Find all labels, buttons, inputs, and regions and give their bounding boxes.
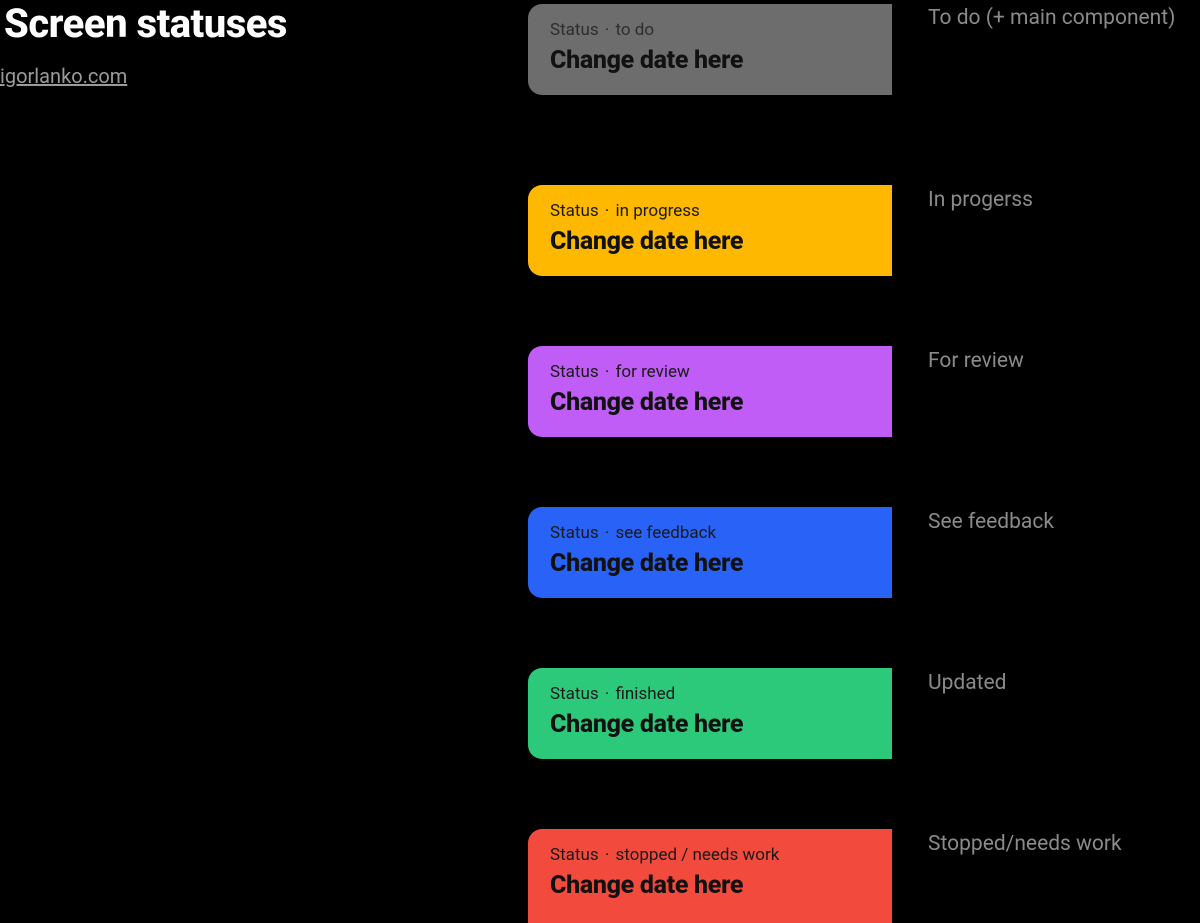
status-row-forreview: Status · for review Change date here <box>528 346 892 437</box>
status-separator: · <box>605 20 609 40</box>
status-prefix: Status <box>550 684 599 704</box>
status-row-finished: Status · finished Change date here <box>528 668 892 759</box>
status-separator: · <box>605 362 609 382</box>
status-card-todo: Status · to do Change date here <box>528 4 892 95</box>
status-change-date: Change date here <box>550 871 870 900</box>
status-change-date: Change date here <box>550 227 870 256</box>
status-name: to do <box>616 20 655 40</box>
status-prefix: Status <box>550 20 599 40</box>
status-change-date: Change date here <box>550 549 870 578</box>
status-name: see feedback <box>616 523 717 543</box>
page-title: Screen statuses <box>4 0 287 47</box>
status-change-date: Change date here <box>550 710 870 739</box>
status-prefix: Status <box>550 201 599 221</box>
status-row-todo: Status · to do Change date here <box>528 4 892 95</box>
row-label-todo: To do (+ main component) <box>928 6 1175 30</box>
status-separator: · <box>605 201 609 221</box>
status-card-forreview: Status · for review Change date here <box>528 346 892 437</box>
row-label-forreview: For review <box>928 349 1024 373</box>
status-name: stopped / needs work <box>616 845 780 865</box>
status-row-inprogress: Status · in progress Change date here <box>528 185 892 276</box>
status-card-seefeedback: Status · see feedback Change date here <box>528 507 892 598</box>
row-label-finished: Updated <box>928 671 1007 695</box>
status-prefix: Status <box>550 362 599 382</box>
status-row-seefeedback: Status · see feedback Change date here <box>528 507 892 598</box>
status-separator: · <box>605 523 609 543</box>
status-meta: Status · in progress <box>550 201 870 221</box>
row-label-seefeedback: See feedback <box>928 510 1054 534</box>
status-name: finished <box>616 684 676 704</box>
row-label-stopped: Stopped/needs work <box>928 832 1122 856</box>
status-card-finished: Status · finished Change date here <box>528 668 892 759</box>
status-card-inprogress: Status · in progress Change date here <box>528 185 892 276</box>
status-meta: Status · to do <box>550 20 870 40</box>
row-label-inprogress: In progerss <box>928 188 1033 212</box>
status-meta: Status · stopped / needs work <box>550 845 870 865</box>
author-link[interactable]: igorlanko.com <box>0 64 127 88</box>
status-separator: · <box>605 684 609 704</box>
status-card-stopped: Status · stopped / needs work Change dat… <box>528 829 892 923</box>
status-meta: Status · finished <box>550 684 870 704</box>
status-meta: Status · for review <box>550 362 870 382</box>
status-meta: Status · see feedback <box>550 523 870 543</box>
status-change-date: Change date here <box>550 388 870 417</box>
status-change-date: Change date here <box>550 46 870 75</box>
status-separator: · <box>605 845 609 865</box>
status-prefix: Status <box>550 523 599 543</box>
status-prefix: Status <box>550 845 599 865</box>
status-name: in progress <box>616 201 700 221</box>
status-name: for review <box>616 362 690 382</box>
status-row-stopped: Status · stopped / needs work Change dat… <box>528 829 892 923</box>
